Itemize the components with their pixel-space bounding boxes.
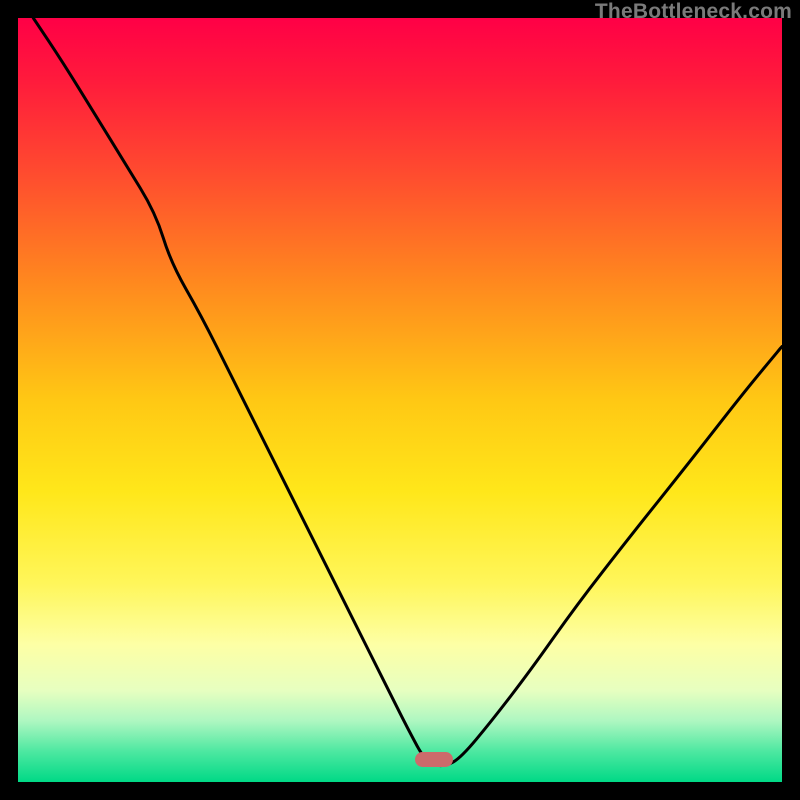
plot-area (18, 18, 782, 782)
bottleneck-curve-svg (18, 18, 782, 782)
watermark-text: TheBottleneck.com (595, 0, 792, 24)
chart-frame: TheBottleneck.com (0, 0, 800, 800)
bottleneck-curve-line (33, 18, 782, 766)
sweet-spot-marker (415, 752, 453, 767)
